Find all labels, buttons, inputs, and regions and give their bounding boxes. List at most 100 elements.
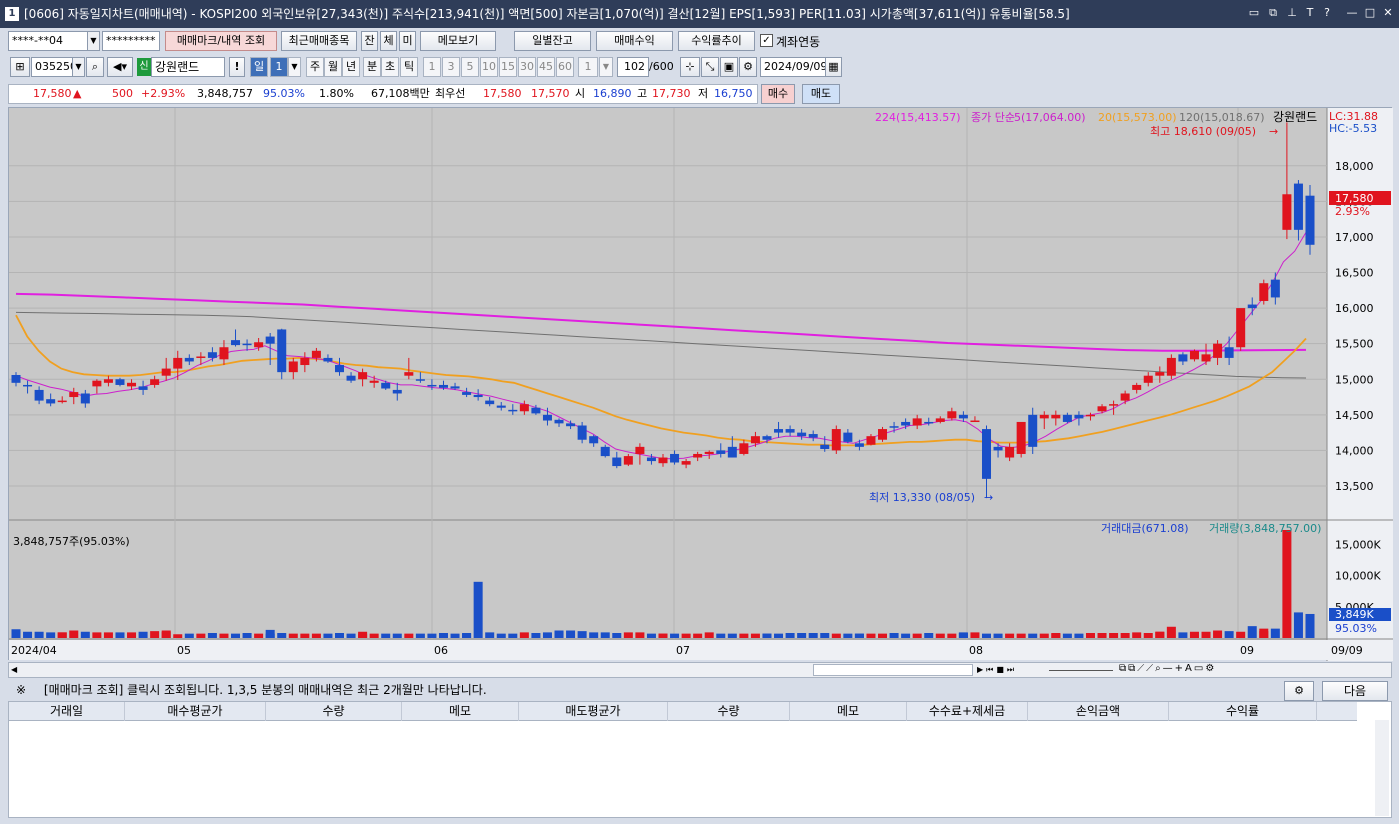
- quote-bar: 17,580 ▲ 500 +2.93% 3,848,757 95.03% 1.8…: [8, 84, 758, 104]
- stock-name-field[interactable]: 강원랜드: [151, 57, 225, 77]
- maximize-icon[interactable]: □: [1363, 6, 1377, 20]
- volume-bar: [797, 633, 807, 638]
- period-count-dropdown[interactable]: ▼: [288, 57, 301, 77]
- stock-code-dropdown[interactable]: ▼: [72, 57, 85, 77]
- date-field[interactable]: 2024/09/09: [760, 57, 827, 77]
- playback-controls-icon[interactable]: ▶⏮■⏭: [977, 664, 1017, 676]
- volume-bar: [23, 631, 33, 638]
- alert-icon[interactable]: !: [229, 57, 245, 77]
- ma20-line: [15, 314, 1307, 447]
- period-tab-0[interactable]: 일: [250, 57, 268, 77]
- period-tab-2[interactable]: 주: [306, 57, 324, 77]
- period-tab-3[interactable]: 월: [324, 57, 342, 77]
- volume-bar: [496, 633, 506, 638]
- trend-line-icon[interactable]: ⤡: [701, 57, 719, 77]
- table-header-cell[interactable]: 수량: [668, 702, 790, 721]
- table-header-cell[interactable]: 메모: [402, 702, 519, 721]
- unfilled-toggle[interactable]: 미: [399, 31, 416, 51]
- period-tab-7[interactable]: 틱: [400, 57, 418, 77]
- table-header-cell[interactable]: 거래일: [9, 702, 125, 721]
- candle-body: [739, 443, 749, 454]
- minute-tab-5[interactable]: 30: [518, 57, 536, 77]
- next-button[interactable]: 다음: [1322, 681, 1388, 701]
- minimize-icon[interactable]: —: [1345, 6, 1359, 20]
- date-tick-label: 09: [1240, 644, 1254, 657]
- search-icon[interactable]: ⌕: [86, 57, 104, 77]
- table-header-cell[interactable]: 매수평균가: [125, 702, 266, 721]
- drawing-tools-icon[interactable]: ⧉⧉⟋⟋⌕—+A▭⚙: [1119, 663, 1216, 674]
- balance-toggle[interactable]: 잔: [361, 31, 378, 51]
- scroll-thumb[interactable]: [813, 664, 973, 676]
- account-dropdown[interactable]: ▼: [87, 31, 100, 51]
- table-header-cell[interactable]: 수수료+제세금: [907, 702, 1028, 721]
- high-note-arrow-icon: →: [1269, 125, 1278, 138]
- candle-body: [242, 343, 252, 346]
- zoom-slider[interactable]: [1049, 670, 1113, 671]
- trade-mark-query-button[interactable]: 매매마크/내역 조회: [165, 31, 277, 51]
- candle-body: [219, 347, 229, 360]
- calendar-icon[interactable]: ▦: [825, 57, 842, 77]
- price-tick-label: 17,000: [1335, 231, 1374, 244]
- layout-icon[interactable]: ⊞: [10, 57, 30, 77]
- table-header-cell[interactable]: 수량: [266, 702, 402, 721]
- data-count-field[interactable]: 102: [617, 57, 649, 77]
- candle-body: [947, 411, 957, 419]
- link-window-icon[interactable]: ▭: [1247, 6, 1261, 20]
- cascade-icon[interactable]: ⧉: [1266, 6, 1280, 20]
- table-settings-icon[interactable]: ⚙: [1284, 681, 1314, 701]
- candle-body: [554, 419, 564, 424]
- volume-bar: [184, 633, 194, 638]
- period-tab-1[interactable]: 1: [270, 57, 288, 77]
- table-header-cell[interactable]: 수익률: [1169, 702, 1317, 721]
- return-trend-button[interactable]: 수익률추이: [678, 31, 755, 51]
- font-size-icon[interactable]: T: [1303, 6, 1317, 20]
- settings-icon[interactable]: ⚙: [739, 57, 757, 77]
- account-number-field[interactable]: ****-**04: [8, 31, 88, 51]
- volume-bar: [1270, 628, 1280, 638]
- ma224-line: [15, 292, 1307, 352]
- crosshair-icon[interactable]: ⊹: [680, 57, 700, 77]
- period-tab-6[interactable]: 초: [381, 57, 399, 77]
- pin-icon[interactable]: ⊥: [1285, 6, 1299, 20]
- candle-body: [623, 456, 633, 465]
- password-field[interactable]: *********: [102, 31, 160, 51]
- daily-balance-button[interactable]: 일별잔고: [514, 31, 591, 51]
- candlestick-chart[interactable]: 18,00017,50017,00016,50016,00015,50015,0…: [9, 108, 1393, 661]
- table-header-cell[interactable]: 손익금액: [1028, 702, 1169, 721]
- minute-tab-4[interactable]: 15: [499, 57, 517, 77]
- account-link-checkbox[interactable]: ✓: [760, 34, 773, 47]
- period-tab-4[interactable]: 년: [342, 57, 360, 77]
- scroll-left-icon[interactable]: ◀: [11, 664, 23, 676]
- table-header-cell[interactable]: 메모: [790, 702, 907, 721]
- period-tab-5[interactable]: 분: [363, 57, 381, 77]
- candle-body: [1189, 350, 1199, 360]
- stock-code-field[interactable]: 035250: [31, 57, 77, 77]
- memo-view-button[interactable]: 메모보기: [420, 31, 496, 51]
- sell-button[interactable]: 매도: [802, 84, 840, 104]
- volume-bar: [612, 633, 622, 638]
- candle-body: [1236, 308, 1246, 348]
- save-icon[interactable]: ▣: [720, 57, 738, 77]
- minute-tab-3[interactable]: 10: [480, 57, 498, 77]
- minute-tab-7[interactable]: 60: [556, 57, 574, 77]
- table-header-cell[interactable]: 매도평균가: [519, 702, 668, 721]
- close-icon[interactable]: ✕: [1381, 6, 1395, 20]
- buy-button[interactable]: 매수: [761, 84, 795, 104]
- volume-bar: [207, 633, 217, 638]
- help-icon[interactable]: ?: [1320, 6, 1334, 20]
- minute-tab-8[interactable]: 1: [578, 57, 598, 77]
- minute-tab-0[interactable]: 1: [423, 57, 441, 77]
- minute-tab-2[interactable]: 5: [461, 57, 479, 77]
- minute-dropdown[interactable]: ▼: [599, 57, 613, 77]
- volume-top-left-label: 3,848,757주(95.03%): [13, 535, 130, 548]
- volume-bar: [438, 633, 448, 638]
- trade-profit-button[interactable]: 매매수익: [596, 31, 673, 51]
- candle-body: [1213, 343, 1223, 358]
- table-scrollbar[interactable]: [1375, 720, 1389, 816]
- recent-trade-items-button[interactable]: 최근매매종목: [281, 31, 357, 51]
- sound-icon[interactable]: ◀▾: [107, 57, 133, 77]
- chart-area[interactable]: 18,00017,50017,00016,50016,00015,50015,0…: [8, 107, 1393, 661]
- filled-toggle[interactable]: 체: [380, 31, 397, 51]
- minute-tab-1[interactable]: 3: [442, 57, 460, 77]
- minute-tab-6[interactable]: 45: [537, 57, 555, 77]
